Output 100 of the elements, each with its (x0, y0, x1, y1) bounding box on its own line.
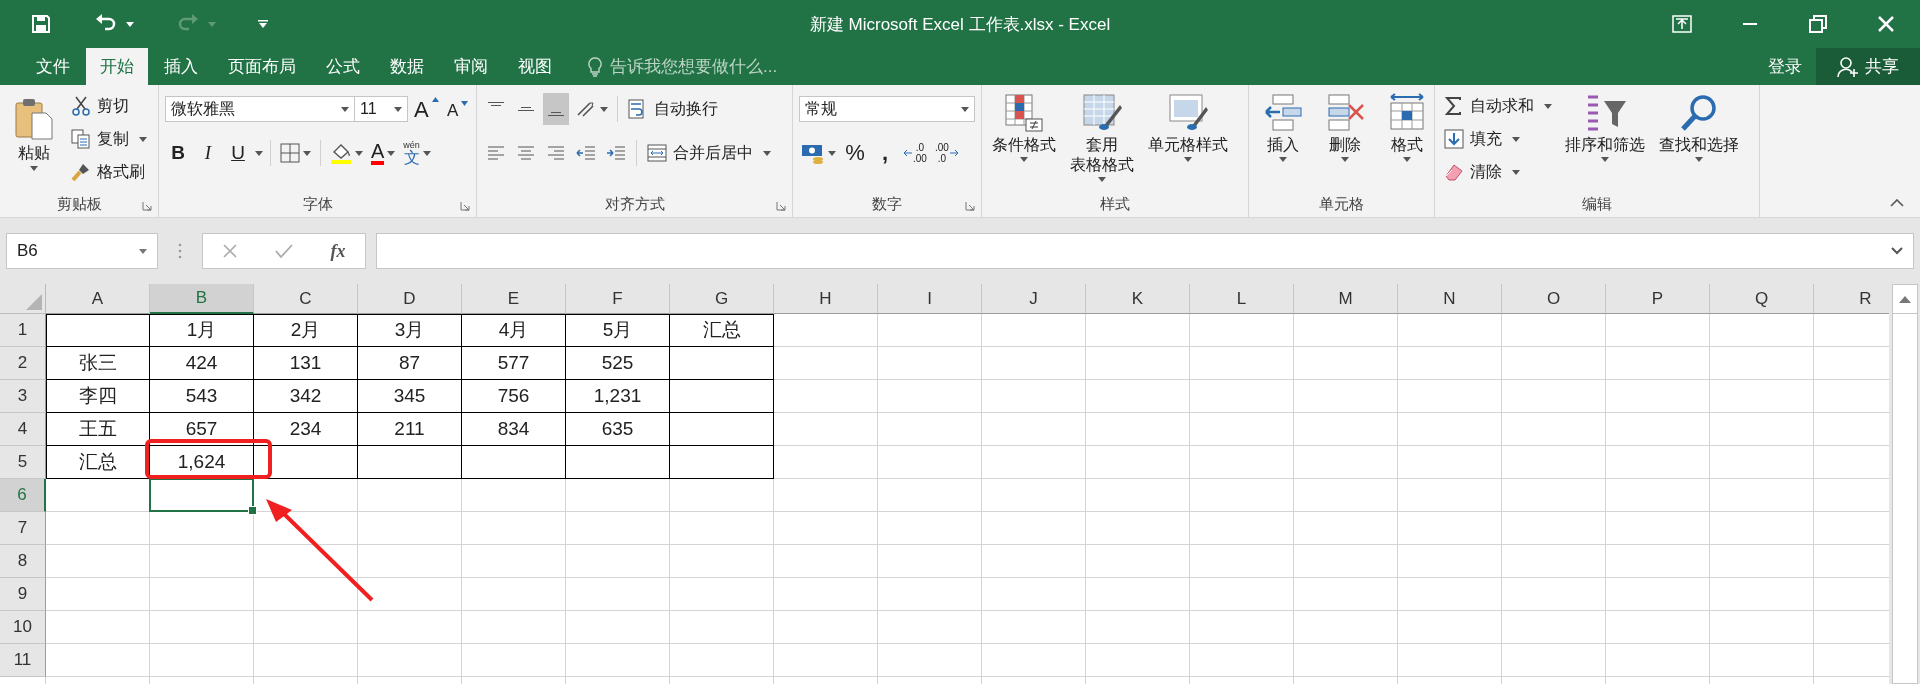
caret-icon[interactable] (1512, 136, 1520, 142)
dialog-launcher-icon[interactable] (776, 201, 786, 211)
caret-icon[interactable] (1512, 169, 1520, 175)
column-header[interactable]: E (462, 284, 566, 314)
row-header[interactable]: 9 (0, 578, 46, 611)
number-format-field[interactable]: 常规 (799, 96, 975, 122)
italic-button[interactable]: I (195, 137, 221, 169)
expand-icon[interactable] (1891, 247, 1903, 255)
format-cells-button[interactable]: 格式 (1379, 91, 1435, 164)
column-header[interactable]: A (46, 284, 150, 314)
column-header[interactable]: G (670, 284, 774, 314)
caret-icon[interactable] (126, 21, 134, 27)
column-header[interactable]: K (1086, 284, 1190, 314)
selected-cell[interactable] (149, 478, 254, 512)
share-button[interactable]: 共享 (1816, 48, 1920, 85)
ribbon-tab[interactable]: 开始 (86, 48, 148, 85)
autosum-button[interactable]: 自动求和 (1441, 91, 1555, 121)
ribbon-tab[interactable]: 公式 (312, 48, 374, 85)
dialog-launcher-icon[interactable] (142, 201, 152, 211)
cell-style-button[interactable]: 单元格样式 (1144, 91, 1232, 164)
column-header[interactable]: I (878, 284, 982, 314)
column-header[interactable]: O (1502, 284, 1606, 314)
ribbon-tab[interactable]: 审阅 (440, 48, 502, 85)
fill-button[interactable]: 填充 (1441, 124, 1555, 154)
customize-icon[interactable] (258, 20, 268, 28)
conditional-button[interactable]: 条件格式 (988, 91, 1060, 164)
grow-font-button[interactable]: A (412, 93, 441, 125)
caret-icon[interactable] (355, 150, 363, 156)
column-header[interactable]: F (566, 284, 670, 314)
fill-handle[interactable] (248, 506, 257, 515)
row-header[interactable]: 10 (0, 611, 46, 644)
ribbon-tab[interactable]: 视图 (504, 48, 566, 85)
column-header[interactable]: R (1814, 284, 1889, 314)
comma-style-button[interactable]: , (872, 137, 898, 169)
tell-me-field[interactable]: 告诉我您想要做什么... (608, 55, 852, 78)
percent-button[interactable]: % (842, 137, 868, 169)
caret-icon[interactable] (1544, 103, 1552, 109)
caret-icon[interactable] (1098, 177, 1106, 182)
collapse-ribbon-icon[interactable] (1890, 199, 1904, 207)
caret-icon[interactable] (1020, 157, 1028, 162)
dialog-launcher-icon[interactable] (460, 201, 470, 211)
name-box[interactable]: B6 (6, 233, 158, 269)
up-arrow-icon[interactable] (1899, 295, 1911, 303)
column-header[interactable]: C (254, 284, 358, 314)
row-header[interactable]: 4 (0, 413, 46, 446)
bold-button[interactable]: B (165, 137, 191, 169)
dialog-launcher-icon[interactable] (965, 201, 975, 211)
copy-button[interactable]: 复制 (68, 124, 150, 154)
column-header[interactable]: D (358, 284, 462, 314)
caret-icon[interactable] (139, 248, 147, 254)
row-header[interactable]: 5 (0, 446, 46, 479)
format-painter-button[interactable]: 格式刷 (68, 157, 150, 187)
ribbon-tab[interactable]: 文件 (22, 48, 84, 85)
caret-icon[interactable] (961, 106, 969, 112)
column-header[interactable]: L (1190, 284, 1294, 314)
column-header[interactable]: N (1398, 284, 1502, 314)
row-header[interactable]: 3 (0, 380, 46, 413)
insert-cells-button[interactable]: 插入 (1255, 91, 1311, 164)
caret-icon[interactable] (1695, 157, 1703, 162)
column-header[interactable]: P (1606, 284, 1710, 314)
caret-icon[interactable] (828, 150, 836, 156)
font-size-field[interactable]: 11 (354, 96, 408, 122)
drag-handle-icon[interactable] (178, 243, 182, 259)
ribbon-tab[interactable]: 数据 (376, 48, 438, 85)
column-header[interactable]: J (982, 284, 1086, 314)
caret-icon[interactable] (387, 150, 396, 156)
caret-icon[interactable] (30, 166, 38, 171)
increase-decimal-button[interactable]: .0 .00 (902, 137, 929, 169)
cut-button[interactable]: 剪切 (68, 91, 150, 121)
caret-icon[interactable] (422, 150, 431, 156)
caret-icon[interactable] (1279, 157, 1287, 162)
row-header[interactable]: 6 (0, 479, 46, 512)
underline-button[interactable]: U (225, 137, 251, 169)
clear-button[interactable]: 清除 (1441, 157, 1555, 187)
caret-icon[interactable] (303, 150, 311, 156)
caret-icon[interactable] (1184, 157, 1192, 162)
sort-filter-button[interactable]: 排序和筛选 (1561, 91, 1649, 164)
font-name-field[interactable]: 微软雅黑 (165, 96, 355, 122)
caret-icon[interactable] (600, 106, 608, 112)
wrap-text-button[interactable]: 自动换行 (625, 94, 721, 124)
save-icon[interactable] (30, 13, 52, 35)
column-header[interactable]: B (150, 284, 254, 314)
row-header[interactable]: 2 (0, 347, 46, 380)
caret-icon[interactable] (394, 106, 402, 112)
formula-field[interactable] (376, 233, 1914, 269)
ribbon-tab[interactable]: 页面布局 (214, 48, 310, 85)
align-bottom-button[interactable] (543, 93, 569, 125)
caret-icon[interactable] (1403, 157, 1411, 162)
column-header[interactable]: M (1294, 284, 1398, 314)
column-header[interactable]: Q (1710, 284, 1814, 314)
caret-icon[interactable] (255, 150, 263, 156)
caret-icon[interactable] (341, 106, 349, 112)
row-header[interactable]: 8 (0, 545, 46, 578)
table-button[interactable]: 套用 表格格式 (1066, 91, 1138, 184)
row-header[interactable]: 11 (0, 644, 46, 677)
vertical-scrollbar[interactable] (1892, 284, 1918, 684)
paste-button[interactable]: 粘贴 (6, 91, 62, 173)
merge-center-button[interactable]: 合并后居中 (644, 138, 774, 168)
ribbon-tab[interactable]: 插入 (150, 48, 212, 85)
caret-icon[interactable] (1341, 157, 1349, 162)
